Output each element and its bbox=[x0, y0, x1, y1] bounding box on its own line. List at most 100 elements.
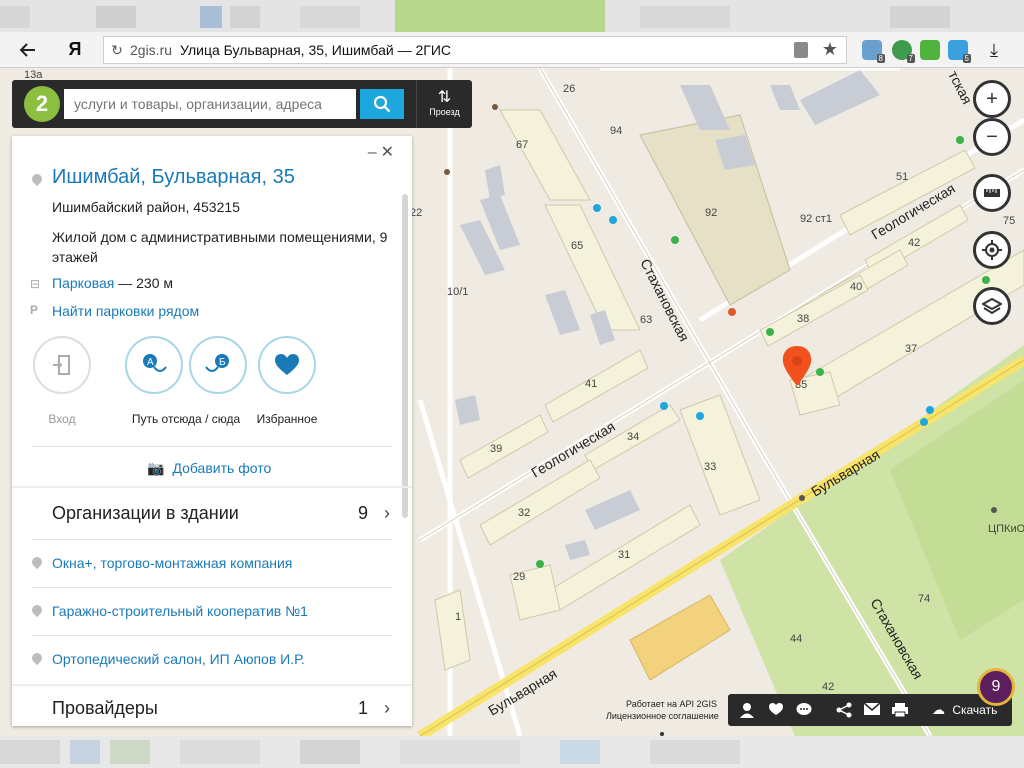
extension-icon-4[interactable]: 5 bbox=[948, 40, 971, 63]
lock-icon[interactable] bbox=[794, 42, 808, 58]
svg-text:75: 75 bbox=[1003, 215, 1015, 227]
layers-icon bbox=[982, 297, 1002, 315]
minimize-icon[interactable]: – bbox=[368, 144, 381, 161]
svg-text:40: 40 bbox=[850, 281, 862, 293]
orgs-section-header[interactable]: Организации в здании 9 › bbox=[52, 503, 392, 524]
svg-text:10/1: 10/1 bbox=[447, 286, 468, 298]
divider bbox=[32, 587, 392, 588]
zoom-out-button[interactable]: − bbox=[973, 118, 1011, 156]
extension-icon-1[interactable]: 8 bbox=[862, 40, 885, 63]
card-scrollbar[interactable] bbox=[402, 194, 408, 518]
address-domain: 2gis.ru bbox=[130, 42, 173, 58]
svg-text:29: 29 bbox=[513, 571, 525, 583]
bus-stop-icon: ⊟ bbox=[30, 277, 41, 291]
2gis-logo[interactable]: 2 bbox=[24, 86, 60, 122]
svg-text:63: 63 bbox=[640, 314, 652, 326]
svg-text:92 ст1: 92 ст1 bbox=[800, 213, 832, 225]
camera-icon: 📷 bbox=[147, 460, 165, 476]
svg-text:44: 44 bbox=[790, 633, 802, 645]
browser-tabs-blurred bbox=[0, 0, 1024, 32]
chat-icon[interactable] bbox=[796, 702, 812, 719]
minus-icon: − bbox=[986, 125, 998, 148]
svg-text:42: 42 bbox=[908, 237, 920, 249]
address-bar[interactable]: ↻ 2gis.ru Улица Бульварная, 35, Ишимбай … bbox=[103, 36, 847, 64]
plus-icon: + bbox=[986, 87, 998, 110]
svg-text:65: 65 bbox=[571, 240, 583, 252]
place-title: Ишимбай, Бульварная, 35 bbox=[52, 166, 295, 188]
svg-text:34: 34 bbox=[627, 431, 639, 443]
cloud-download-icon: ☁ bbox=[932, 702, 945, 717]
crosshair-icon bbox=[982, 240, 1002, 260]
svg-text:32: 32 bbox=[518, 507, 530, 519]
notification-badge[interactable]: 9 bbox=[977, 668, 1015, 706]
svg-text:38: 38 bbox=[797, 313, 809, 325]
svg-text:31: 31 bbox=[618, 549, 630, 561]
api-attribution[interactable]: Работает на API 2GIS bbox=[606, 698, 719, 710]
search-button[interactable] bbox=[360, 89, 404, 119]
share-icon[interactable] bbox=[836, 702, 852, 721]
svg-text:33: 33 bbox=[704, 461, 716, 473]
list-item[interactable]: Ортопедический салон, ИП Аюпов И.Р. bbox=[52, 651, 305, 667]
entrance-icon bbox=[33, 336, 91, 394]
svg-text:94: 94 bbox=[610, 125, 622, 137]
license-link[interactable]: Лицензионное соглашение bbox=[606, 710, 719, 722]
route-button[interactable]: ⇅ Проезд bbox=[416, 80, 472, 128]
svg-text:ЦПКиО: ЦПКиО bbox=[988, 523, 1024, 535]
route-icon: ⇅ bbox=[437, 89, 452, 106]
org-pin-icon bbox=[29, 554, 45, 570]
svg-text:1: 1 bbox=[455, 611, 461, 623]
list-item[interactable]: Окна+, торгово-монтажная компания bbox=[52, 555, 292, 571]
layers-button[interactable] bbox=[973, 287, 1011, 325]
star-icon[interactable]: ★ bbox=[822, 39, 838, 60]
list-item[interactable]: Гаражно-строительный кооператив №1 bbox=[52, 603, 308, 619]
print-icon[interactable] bbox=[891, 702, 909, 721]
download-helper-icon[interactable] bbox=[920, 40, 940, 60]
attribution: Работает на API 2GIS Лицензионное соглаш… bbox=[606, 698, 719, 722]
ruler-button[interactable] bbox=[973, 174, 1011, 212]
providers-section-header[interactable]: Провайдеры 1 › bbox=[52, 698, 392, 719]
stop-distance: — 230 м bbox=[114, 275, 174, 291]
downloads-icon[interactable]: ⤓ bbox=[990, 40, 998, 61]
taskbar-blurred bbox=[0, 736, 1024, 768]
entrance-action[interactable]: Вход bbox=[12, 336, 112, 426]
svg-text:41: 41 bbox=[585, 378, 597, 390]
zoom-in-button[interactable]: + bbox=[973, 80, 1011, 118]
add-photo-link[interactable]: 📷 Добавить фото bbox=[147, 460, 271, 477]
place-pin-icon bbox=[29, 171, 45, 187]
divider bbox=[32, 446, 392, 447]
place-card: –✕ Ишимбай, Бульварная, 35 Ишимбайский р… bbox=[12, 136, 412, 726]
heart-icon[interactable] bbox=[768, 702, 784, 719]
svg-text:А: А bbox=[147, 357, 154, 368]
extension-icon-2[interactable]: 7 bbox=[892, 40, 915, 63]
browser-toolbar: Я ↻ 2gis.ru Улица Бульварная, 35, Ишимба… bbox=[0, 32, 1024, 68]
place-description: Жилой дом с административными помещениям… bbox=[52, 229, 388, 265]
route-label: Проезд bbox=[429, 107, 460, 117]
user-icon[interactable] bbox=[740, 702, 754, 721]
mail-icon[interactable] bbox=[863, 702, 881, 719]
svg-text:67: 67 bbox=[516, 139, 528, 151]
close-icon[interactable]: ✕ bbox=[381, 144, 398, 161]
parking-link[interactable]: Найти парковки рядом bbox=[52, 303, 199, 319]
yandex-logo[interactable]: Я bbox=[60, 39, 90, 60]
divider bbox=[12, 486, 412, 488]
route-from-to-action[interactable]: А Б Путь отсюда / сюда bbox=[124, 336, 248, 426]
bottom-toolbar: ☁ Скачать bbox=[728, 694, 1012, 726]
svg-text:74: 74 bbox=[918, 593, 930, 605]
search-input[interactable] bbox=[64, 89, 356, 119]
svg-text:42: 42 bbox=[822, 681, 834, 693]
back-button[interactable] bbox=[12, 34, 44, 66]
stop-link[interactable]: Парковая bbox=[52, 275, 114, 291]
my-location-button[interactable] bbox=[973, 231, 1011, 269]
divider bbox=[32, 539, 392, 540]
place-district: Ишимбайский район, 453215 bbox=[52, 199, 240, 215]
card-controls: –✕ bbox=[368, 142, 398, 162]
arrow-left-icon bbox=[20, 42, 35, 57]
reload-icon[interactable]: ↻ bbox=[104, 42, 130, 59]
org-pin-icon bbox=[29, 650, 45, 666]
address-page-title: Улица Бульварная, 35, Ишимбай — 2ГИС bbox=[180, 42, 451, 58]
favorite-action[interactable]: Избранное bbox=[237, 336, 337, 426]
svg-text:Б: Б bbox=[219, 357, 226, 368]
search-panel: 2 ⇅ Проезд bbox=[12, 80, 472, 128]
svg-text:тская: тская bbox=[945, 68, 975, 107]
svg-text:26: 26 bbox=[563, 83, 575, 95]
